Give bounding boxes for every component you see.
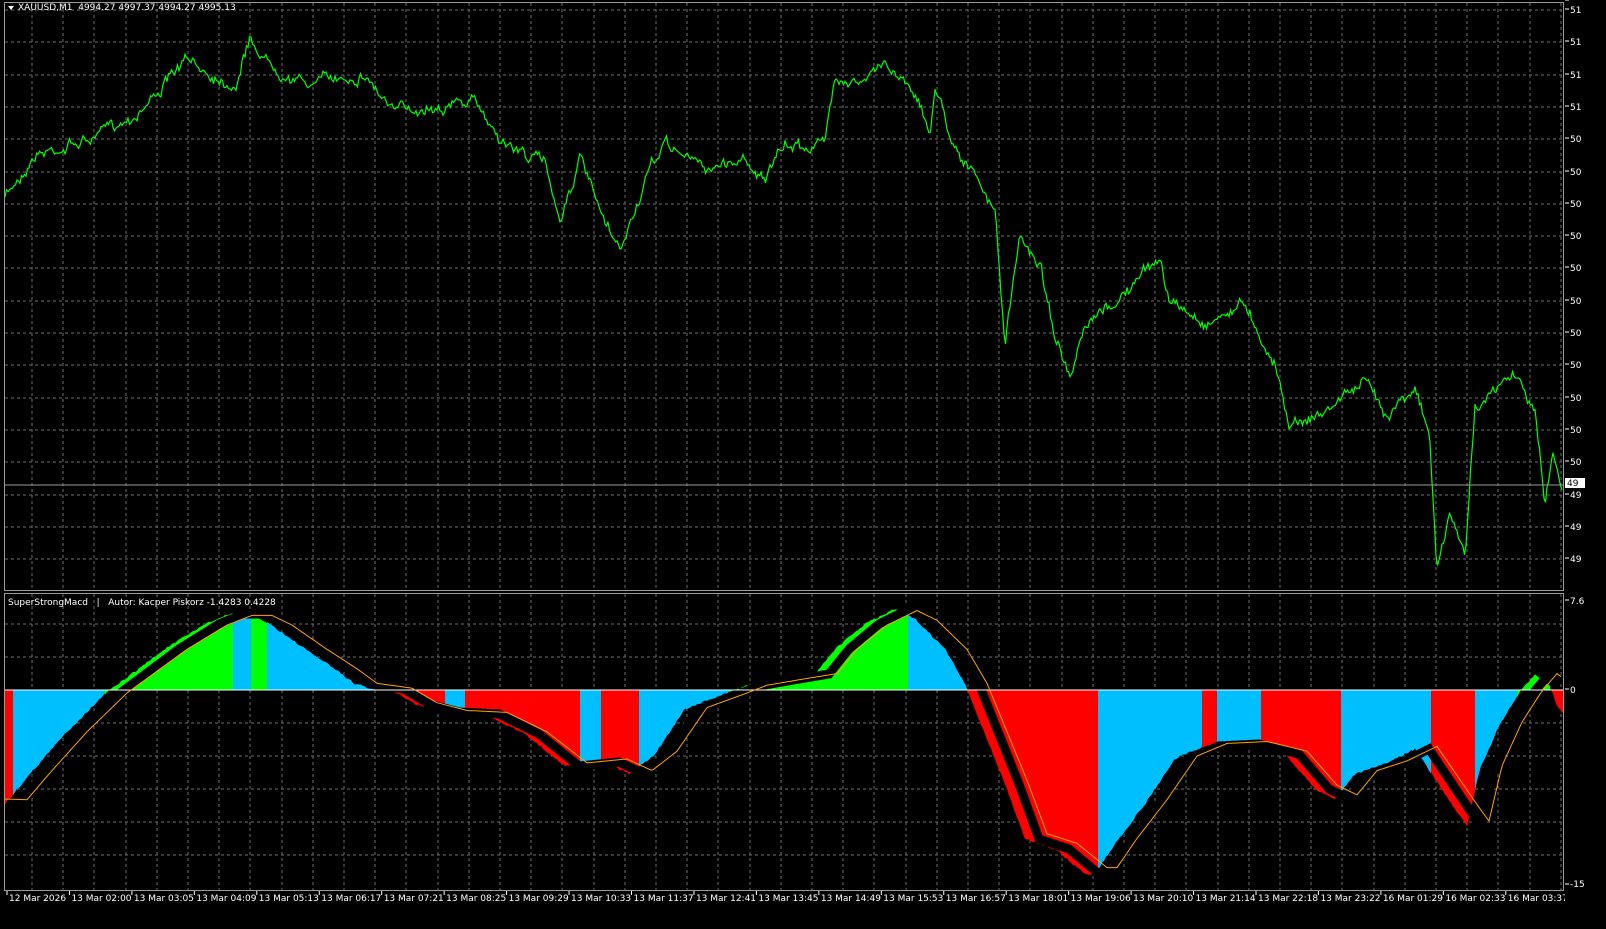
time-tick-label: 13 Mar 03:05	[134, 894, 194, 904]
time-tick-label: 16 Mar 02:33	[1445, 894, 1505, 904]
price-tick-label: 50	[1570, 458, 1582, 468]
time-tick-label: 16 Mar 03:37	[1508, 894, 1565, 904]
time-tick-label: 13 Mar 19:06	[1071, 894, 1131, 904]
macd-bar	[13, 690, 105, 796]
price-tick-label: 49	[1570, 491, 1582, 501]
time-tick-label: 13 Mar 14:49	[821, 894, 881, 904]
current-price-label: 49	[1567, 479, 1579, 489]
macd-bar	[1217, 690, 1261, 749]
price-tick-label: 49	[1570, 0, 1582, 3]
macd-bar	[1341, 690, 1431, 792]
price-tick-label: 51	[1570, 38, 1581, 48]
price-tick-label: 50	[1570, 297, 1582, 307]
symbol-label: XAUUSD,M1	[18, 3, 73, 13]
price-tick-label: 50	[1570, 200, 1582, 210]
time-scale[interactable]: 12 Mar 2026 13 Mar 02:00 13 Mar 03:05 13 Ma…	[0, 891, 1565, 929]
price-tick-label: 51	[1570, 103, 1581, 113]
indicator-scale-top: 7.6	[1570, 597, 1585, 607]
time-tick-label: 13 Mar 16:57	[946, 894, 1006, 904]
time-tick-label: 16 Mar 01:29	[1383, 894, 1443, 904]
time-tick-label: 13 Mar 18:01	[1008, 894, 1068, 904]
time-tick-label: 13 Mar 23:22	[1320, 894, 1380, 904]
symbol-header: XAUUSD,M1 4994.27 4997.37 4994.27 4995.1…	[8, 3, 236, 13]
time-tick-label: 13 Mar 12:41	[696, 894, 756, 904]
time-tick-label: 13 Mar 05:13	[259, 894, 319, 904]
indicator-scale-bottom: -15	[1570, 880, 1585, 890]
price-tick-label: 50	[1570, 232, 1582, 242]
price-grid	[5, 3, 1563, 590]
time-tick-label: 13 Mar 04:09	[196, 894, 256, 904]
price-tick-label: 50	[1570, 329, 1582, 339]
time-tick-label: 13 Mar 08:25	[446, 894, 506, 904]
macd-bar	[5, 690, 13, 805]
macd-bar	[251, 613, 267, 690]
price-tick-label: 50	[1570, 394, 1582, 404]
indicator-values: -1.4283 0.4228	[206, 598, 276, 608]
indicator-separator: |	[96, 598, 100, 608]
time-tick-label: 13 Mar 02:00	[71, 894, 131, 904]
macd-bar	[233, 613, 251, 690]
indicator-name: SuperStrongMacd	[8, 598, 88, 608]
indicator-canvas[interactable]	[5, 594, 1563, 890]
ohlc-values: 4994.27 4997.37 4994.27 4995.13	[78, 3, 236, 13]
time-tick-label: 13 Mar 21:14	[1196, 894, 1256, 904]
time-tick-label: 13 Mar 11:37	[634, 894, 694, 904]
indicator-author: Autor: Kacper Piskorz	[108, 598, 204, 608]
indicator-scale-zero: 0	[1570, 686, 1576, 696]
time-tick-label: 13 Mar 06:17	[321, 894, 381, 904]
time-tick-label: 13 Mar 15:53	[883, 894, 943, 904]
macd-bar	[1550, 686, 1563, 713]
price-line	[5, 36, 1563, 566]
time-tick-label: 13 Mar 10:33	[571, 894, 631, 904]
price-chart-pane[interactable]	[4, 2, 1564, 591]
price-tick-label: 50	[1570, 264, 1582, 274]
time-tick-label: 13 Mar 13:45	[758, 894, 818, 904]
price-chart-canvas[interactable]	[5, 3, 1563, 590]
price-tick-label: 49	[1570, 523, 1582, 533]
price-tick-label: 49	[1570, 555, 1582, 565]
price-scale-canvas: 51 51 51 51 50 50 50 50 50 50 50 50 50 50 50 49 49 49 49 49…	[1565, 0, 1585, 890]
macd-bar	[967, 688, 1098, 875]
indicator-pane[interactable]	[4, 593, 1564, 891]
macd-bar	[1202, 690, 1217, 748]
price-scale[interactable]: 51 51 51 51 50 50 50 50 50 50 50 50 50 50 50 49 49 49 49 49…	[1565, 0, 1606, 929]
price-tick-label: 50	[1570, 361, 1582, 371]
time-tick-label: 13 Mar 22:18	[1258, 894, 1318, 904]
time-tick-label: 13 Mar 09:29	[509, 894, 569, 904]
price-tick-label: 50	[1570, 135, 1582, 145]
time-tick-label: 13 Mar 20:10	[1133, 894, 1193, 904]
price-tick-label: 50	[1570, 168, 1582, 178]
time-tick-label: 12 Mar 2026	[9, 894, 66, 904]
indicator-header: SuperStrongMacd | Autor: Kacper Piskorz …	[8, 598, 276, 608]
collapse-triangle-icon[interactable]	[8, 5, 14, 10]
price-tick-label: 51	[1570, 71, 1581, 81]
price-tick-label: 50	[1570, 426, 1582, 436]
time-tick-label: 13 Mar 07:21	[384, 894, 444, 904]
time-scale-canvas: 12 Mar 2026 13 Mar 02:00 13 Mar 03:05 13 Ma…	[6, 891, 1565, 904]
macd-histogram	[5, 609, 1563, 875]
macd-bar	[580, 690, 601, 765]
price-tick-label: 51	[1570, 6, 1581, 16]
chart-window[interactable]: XAUUSD,M1 4994.27 4997.37 4994.27 4995.1…	[0, 0, 1606, 929]
